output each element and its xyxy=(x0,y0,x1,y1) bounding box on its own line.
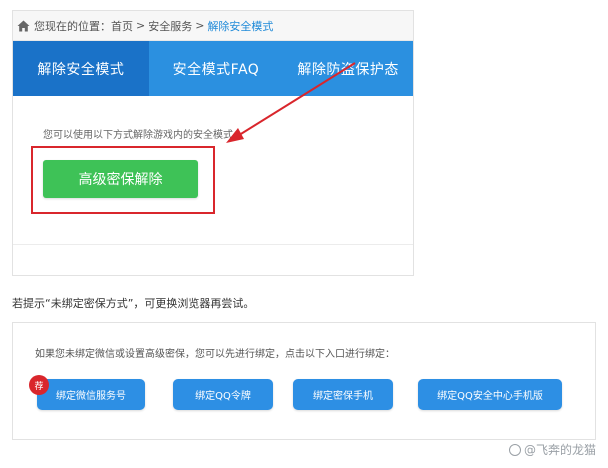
watermark-text: @飞奔的龙猫 xyxy=(523,443,596,457)
breadcrumb-current[interactable]: 解除安全模式 xyxy=(207,18,273,34)
unlock-hint: 您可以使用以下方式解除游戏内的安全模式： xyxy=(43,130,243,141)
bind-qq-token-button[interactable]: 绑定QQ令牌 xyxy=(173,379,273,410)
advanced-security-unlock-button[interactable]: 高级密保解除 xyxy=(43,160,198,198)
breadcrumb-separator: > xyxy=(136,19,146,32)
security-panel: 您现在的位置： 首页 > 安全服务 > 解除安全模式 解除安全模式 安全模式FA… xyxy=(12,10,414,276)
bind-panel: 如果您未绑定微信或设置高级密保，您可以先进行绑定，点击以下入口进行绑定： 荐 绑… xyxy=(12,322,596,440)
tab-bar: 解除安全模式 安全模式FAQ 解除防盗保护态 xyxy=(13,41,413,96)
bind-wechat-button[interactable]: 绑定微信服务号 xyxy=(37,379,145,410)
watermark-icon xyxy=(508,443,521,456)
bind-security-phone-button[interactable]: 绑定密保手机 xyxy=(293,379,393,410)
tab-unlock-anti-theft[interactable]: 解除防盗保护态 xyxy=(283,41,413,96)
tab-unlock-safe-mode[interactable]: 解除安全模式 xyxy=(13,41,149,96)
tab-safe-mode-faq[interactable]: 安全模式FAQ xyxy=(149,41,284,96)
browser-tip: 若提示“未绑定密保方式”，可更换浏览器再尝试。 xyxy=(12,297,255,310)
divider xyxy=(13,244,413,245)
tab-content: 您可以使用以下方式解除游戏内的安全模式： 高级密保解除 xyxy=(13,96,413,276)
recommend-badge: 荐 xyxy=(29,375,49,395)
breadcrumb: 您现在的位置： 首页 > 安全服务 > 解除安全模式 xyxy=(13,11,413,41)
breadcrumb-section-link[interactable]: 安全服务 xyxy=(148,18,192,34)
breadcrumb-home-link[interactable]: 首页 xyxy=(111,18,133,34)
home-icon xyxy=(17,20,30,32)
breadcrumb-prefix: 您现在的位置： xyxy=(34,19,111,33)
bind-hint: 如果您未绑定微信或设置高级密保，您可以先进行绑定，点击以下入口进行绑定： xyxy=(35,349,395,360)
bind-qq-security-app-button[interactable]: 绑定QQ安全中心手机版 xyxy=(418,379,562,410)
breadcrumb-separator: > xyxy=(195,19,205,32)
watermark: @飞奔的龙猫 xyxy=(508,441,596,458)
